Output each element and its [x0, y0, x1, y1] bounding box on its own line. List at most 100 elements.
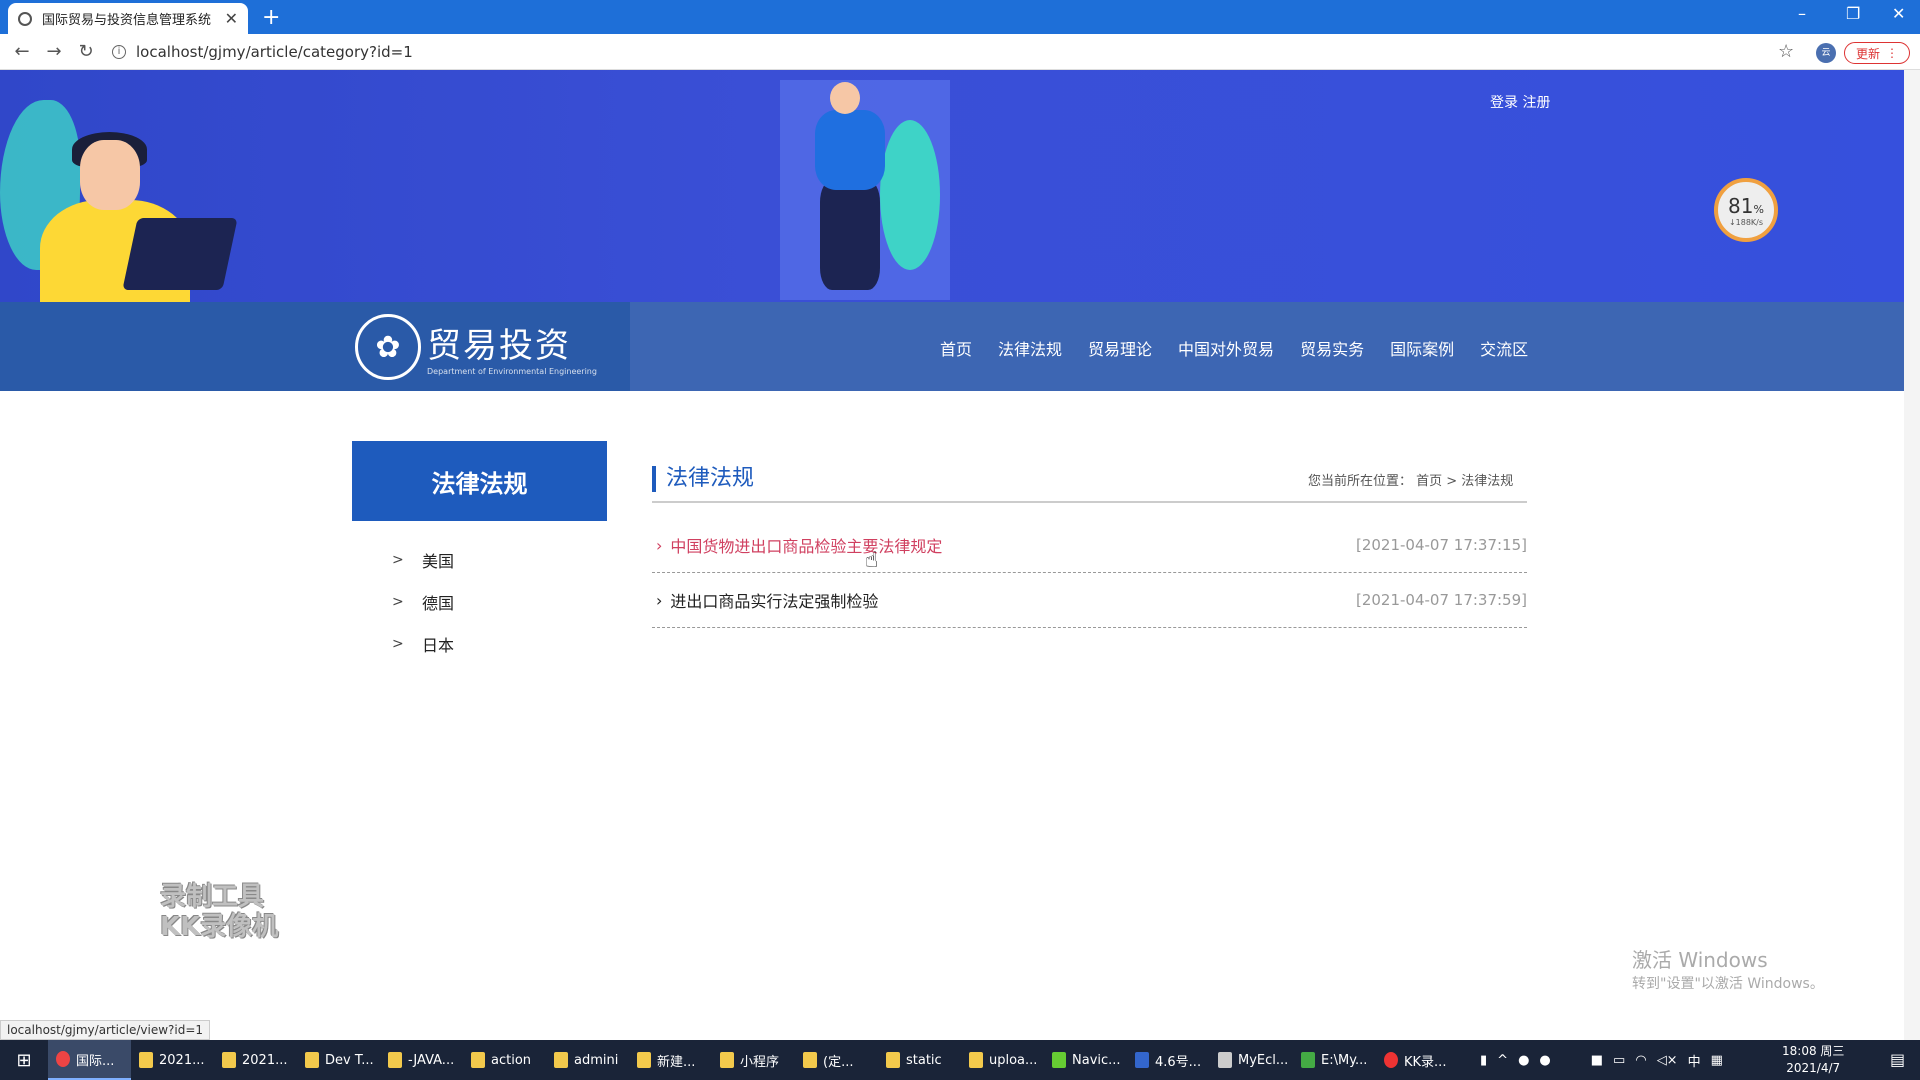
article-row[interactable]: › 进出口商品实行法定强制检验 [2021-04-07 17:37:59] [652, 573, 1527, 628]
info-icon[interactable]: i [112, 45, 126, 59]
runner-illustration [760, 80, 960, 300]
title-divider [652, 501, 1527, 503]
nav-practice[interactable]: 贸易实务 [1300, 336, 1364, 360]
login-register-links[interactable]: 登录 注册 [1490, 92, 1550, 112]
sidebar-item-germany[interactable]: > 德国 [392, 581, 454, 623]
taskbar-clock[interactable]: 18:08 周三 2021/4/7 [1782, 1043, 1844, 1077]
activation-hint: 转到"设置"以激活 Windows。 [1632, 976, 1824, 992]
taskbar-item[interactable]: 2021... [131, 1040, 214, 1080]
chevron-up-icon[interactable]: ^ [1497, 1053, 1508, 1068]
system-tray: ▮ ^ ● ● ■ ▭ ◠ ◁× 中 ▦ [1480, 1040, 1723, 1080]
url-text: localhost/gjmy/article/category?id=1 [136, 43, 413, 61]
laptop-illustration [122, 218, 238, 290]
page-scrollbar[interactable] [1904, 70, 1920, 1040]
close-window-icon[interactable]: ✕ [1892, 4, 1905, 23]
breadcrumb: 您当前所在位置： 首页 > 法律法规 [1308, 474, 1514, 489]
taskbar-item[interactable]: KK录... [1376, 1040, 1459, 1080]
tray-app-icon[interactable]: ● [1518, 1053, 1529, 1068]
recording-watermark: 录制工具 KK录像机 [160, 882, 278, 942]
clock-date: 2021/4/7 [1786, 1061, 1841, 1075]
bookmark-star-icon[interactable]: ☆ [1778, 41, 1794, 62]
nav-laws[interactable]: 法律法规 [998, 336, 1062, 360]
article-date: [2021-04-07 17:37:59] [1355, 591, 1527, 609]
close-tab-icon[interactable]: ✕ [225, 9, 238, 28]
tray-app-icon[interactable]: ■ [1591, 1053, 1603, 1068]
task-label: Dev T... [325, 1052, 374, 1068]
more-menu-icon[interactable]: ⋮ [1886, 46, 1898, 60]
task-label: -JAVA... [408, 1052, 455, 1068]
back-icon[interactable]: ← [6, 41, 38, 62]
taskbar-item[interactable]: action [463, 1040, 546, 1080]
taskbar-item[interactable]: admini [546, 1040, 629, 1080]
task-label: 4.6号... [1155, 1054, 1202, 1070]
task-label: static [906, 1052, 942, 1068]
article-row[interactable]: › 中国货物进出口商品检验主要法律规定 [2021-04-07 17:37:15… [652, 518, 1527, 573]
tray-app-icon[interactable]: ● [1539, 1053, 1550, 1068]
globe-icon [18, 11, 32, 26]
speed-percent-unit: % [1753, 202, 1764, 216]
taskbar-item[interactable]: uploa... [961, 1040, 1044, 1080]
task-label: E:\My... [1321, 1052, 1368, 1068]
network-icon[interactable]: ▭ [1613, 1053, 1625, 1068]
taskbar-item[interactable]: 新建... [629, 1040, 712, 1080]
article-title[interactable]: 中国货物进出口商品检验主要法律规定 [670, 533, 942, 557]
profile-avatar[interactable]: 云 [1816, 43, 1836, 63]
header-banner [0, 70, 1904, 302]
speed-percent: 81 [1728, 193, 1754, 218]
task-label: Navic... [1072, 1052, 1121, 1068]
task-label: 小程序 [740, 1054, 780, 1070]
taskbar-item[interactable]: Dev T... [297, 1040, 380, 1080]
emblem-icon: ✿ [355, 314, 421, 380]
sidebar-item-label: 美国 [422, 552, 455, 571]
notification-icon[interactable]: ▤ [1890, 1050, 1905, 1069]
sidebar-item-usa[interactable]: > 美国 [392, 539, 454, 581]
reload-icon[interactable]: ↻ [70, 41, 102, 62]
article-date: [2021-04-07 17:37:15] [1355, 536, 1527, 554]
windows-start-icon[interactable]: ⊞ [0, 1050, 48, 1071]
new-tab-icon[interactable]: + [262, 5, 280, 30]
nav-china-trade[interactable]: 中国对外贸易 [1178, 336, 1274, 360]
taskbar-item[interactable]: static [878, 1040, 961, 1080]
browser-tab[interactable]: 国际贸易与投资信息管理系统 ✕ [8, 3, 248, 34]
volume-muted-icon[interactable]: ◁× [1657, 1053, 1678, 1068]
sidebar-item-label: 日本 [422, 636, 455, 655]
taskbar-item[interactable]: 4.6号... [1127, 1040, 1210, 1080]
taskbar-item[interactable]: Navic... [1044, 1040, 1127, 1080]
keyboard-icon[interactable]: ▦ [1711, 1053, 1723, 1068]
taskbar-item[interactable]: E:\My... [1293, 1040, 1376, 1080]
nav-forum[interactable]: 交流区 [1480, 336, 1528, 360]
speed-rate: ↓188K/s [1728, 217, 1764, 227]
clock-time: 18:08 周三 [1782, 1044, 1845, 1058]
battery-icon[interactable]: ▮ [1480, 1053, 1487, 1068]
chevron-right-icon: > [392, 552, 404, 568]
forward-icon[interactable]: → [38, 41, 70, 62]
update-button[interactable]: 更新 ⋮ [1844, 42, 1910, 64]
status-bar-url: localhost/gjmy/article/view?id=1 [0, 1020, 211, 1040]
sidebar-item-japan[interactable]: > 日本 [392, 623, 454, 665]
article-list: › 中国货物进出口商品检验主要法律规定 [2021-04-07 17:37:15… [652, 518, 1527, 628]
article-title[interactable]: 进出口商品实行法定强制检验 [670, 588, 878, 612]
taskbar-item-chrome[interactable]: 国际... [48, 1040, 131, 1080]
minimize-icon[interactable]: – [1798, 4, 1806, 23]
url-field[interactable]: i localhost/gjmy/article/category?id=1 [112, 40, 1772, 64]
tab-title: 国际贸易与投资信息管理系统 [42, 13, 212, 28]
restore-icon[interactable]: ❐ [1846, 4, 1860, 23]
task-label: 国际... [76, 1053, 115, 1069]
taskbar-item[interactable]: 小程序 [712, 1040, 795, 1080]
taskbar-item[interactable]: -JAVA... [380, 1040, 463, 1080]
watermark-line-2: KK录像机 [160, 912, 279, 942]
sidebar-item-label: 德国 [422, 594, 455, 613]
taskbar-item[interactable]: MyEcl... [1210, 1040, 1293, 1080]
nav-home[interactable]: 首页 [940, 336, 972, 360]
chevron-right-icon: > [392, 594, 404, 610]
ime-indicator[interactable]: 中 [1688, 1051, 1701, 1070]
taskbar-item[interactable]: (定... [795, 1040, 878, 1080]
site-logo[interactable]: ✿ 贸易投资 Department of Environmental Engin… [355, 314, 597, 380]
taskbar-item[interactable]: 2021... [214, 1040, 297, 1080]
nav-theory[interactable]: 贸易理论 [1088, 336, 1152, 360]
task-label: KK录... [1404, 1054, 1447, 1070]
windows-activation-notice: 激活 Windows 转到"设置"以激活 Windows。 [1632, 944, 1824, 993]
nav-cases[interactable]: 国际案例 [1390, 336, 1454, 360]
browser-tab-bar: 国际贸易与投资信息管理系统 ✕ + – ❐ ✕ [0, 0, 1920, 34]
wifi-icon[interactable]: ◠ [1635, 1053, 1646, 1068]
